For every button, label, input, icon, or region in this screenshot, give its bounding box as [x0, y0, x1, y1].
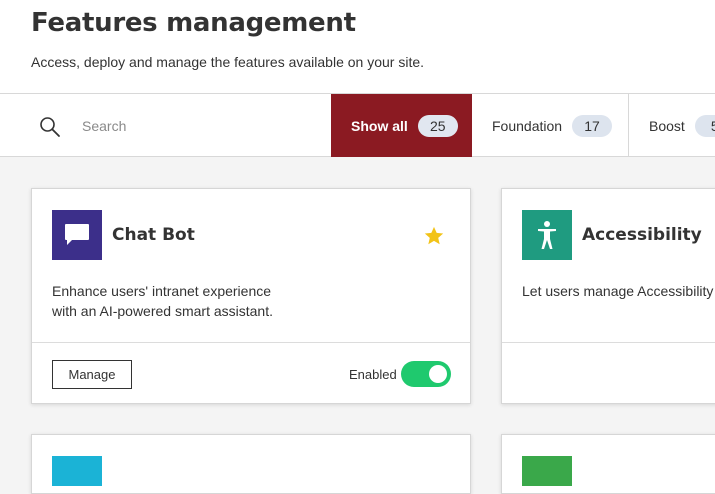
card-description: Let users manage Accessibility: [522, 283, 714, 299]
page-title: Features management: [31, 8, 356, 38]
tab-show-all[interactable]: Show all 25: [331, 94, 472, 157]
divider: [32, 342, 470, 343]
card-title: Accessibility: [582, 225, 702, 245]
accessibility-person-icon: [522, 210, 572, 260]
tab-label: Boost: [649, 117, 685, 134]
count-badge: 5: [694, 114, 715, 137]
filter-bar: Show all 25 Foundation 17 Boost 5: [0, 93, 715, 157]
card-title: Chat Bot: [112, 225, 195, 245]
chat-bubble-icon: [52, 210, 102, 260]
status-label: Enabled: [349, 367, 397, 382]
tab-foundation[interactable]: Foundation 17: [471, 94, 629, 157]
count-badge: 17: [572, 114, 613, 137]
toggle-knob: [429, 365, 447, 383]
page-header: Features management Access, deploy and m…: [0, 0, 715, 94]
search-input[interactable]: [72, 108, 312, 144]
page-subtitle: Access, deploy and manage the features a…: [31, 54, 425, 70]
tab-label: Show all: [351, 117, 408, 134]
search-icon: [39, 116, 61, 138]
feature-card: [31, 434, 471, 494]
count-badge: 25: [417, 114, 458, 137]
card-description: Enhance users' intranet experience with …: [52, 283, 273, 319]
enabled-toggle[interactable]: [401, 361, 451, 387]
tab-label: Foundation: [492, 117, 563, 134]
feature-card: [501, 434, 715, 494]
tab-boost[interactable]: Boost 5: [629, 94, 715, 157]
feature-card-accessibility: Accessibility Let users manage Accessibi…: [501, 188, 715, 404]
feature-card-chat-bot: Chat Bot Enhance users' intranet experie…: [31, 188, 471, 404]
divider: [502, 342, 715, 343]
manage-button[interactable]: Manage: [52, 360, 132, 389]
star-icon[interactable]: [423, 225, 445, 247]
